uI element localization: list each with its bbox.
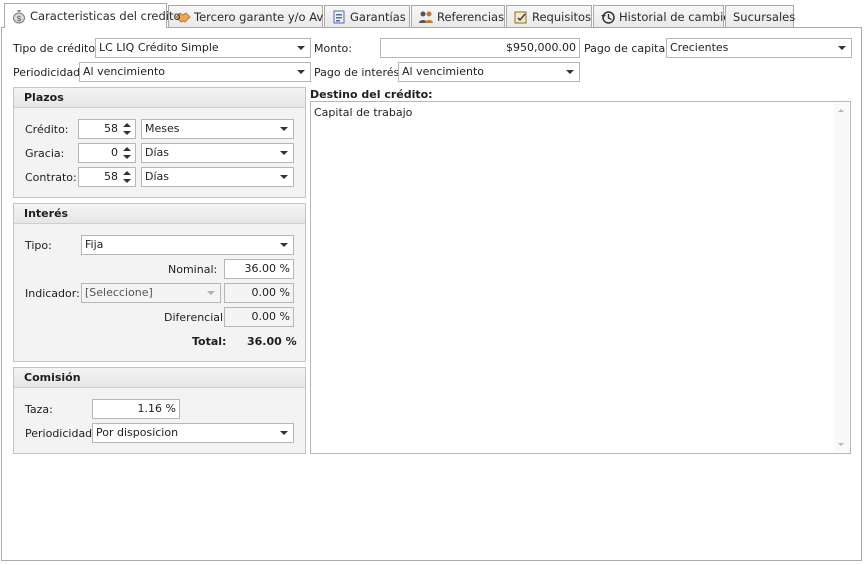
chevron-down-icon xyxy=(297,70,305,74)
spin-up-icon[interactable] xyxy=(123,147,131,151)
destino-value: Capital de trabajo xyxy=(314,106,413,119)
comision-periodicidad-select[interactable]: Por disposicion xyxy=(92,423,294,443)
plazo-gracia-value: 0 xyxy=(111,146,118,159)
pago-interes-select[interactable]: Al vencimiento xyxy=(398,62,580,82)
plazo-gracia-label: Gracia: xyxy=(25,147,65,160)
svg-text:$: $ xyxy=(16,14,21,23)
pago-interes-value: Al vencimiento xyxy=(402,65,484,78)
checklist-icon xyxy=(513,9,529,25)
spin-down-icon[interactable] xyxy=(123,179,131,183)
chevron-down-icon xyxy=(280,431,288,435)
tab-bar: $ Caracteristicas del credito Tercero ga… xyxy=(0,0,866,28)
comision-periodicidad-value: Por disposicion xyxy=(96,426,179,439)
interes-group: Interés Tipo: Fija Nominal: 36.00 % Indi… xyxy=(13,203,306,362)
plazo-contrato-unit-select[interactable]: Días xyxy=(141,167,294,187)
chevron-down-icon xyxy=(280,151,288,155)
plazo-credito-unit: Meses xyxy=(145,122,180,135)
plazo-contrato-label: Contrato: xyxy=(25,171,77,184)
tab-historial[interactable]: Historial de cambios xyxy=(593,5,736,27)
periodicidad-select[interactable]: Al vencimiento xyxy=(79,62,311,82)
tab-caracteristicas[interactable]: $ Caracteristicas del credito xyxy=(4,3,181,28)
tipo-credito-value: LC LIQ Crédito Simple xyxy=(99,41,219,54)
tab-label: Sucursales xyxy=(733,9,796,24)
pago-interes-label: Pago de interés: xyxy=(314,66,403,79)
tab-tercero-garante[interactable]: Tercero garante y/o Aval xyxy=(168,5,333,27)
interes-tipo-select[interactable]: Fija xyxy=(81,235,294,255)
indicador-select[interactable]: [Seleccione] xyxy=(81,283,221,303)
plazo-contrato-unit: Días xyxy=(145,170,169,183)
taza-input[interactable]: 1.16 % xyxy=(92,399,180,419)
plazo-gracia-unit: Días xyxy=(145,146,169,159)
plazo-gracia-unit-select[interactable]: Días xyxy=(141,143,294,163)
comision-group: Comisión Taza: 1.16 % Periodicidad: Por … xyxy=(13,367,306,454)
chevron-down-icon xyxy=(280,175,288,179)
chevron-down-icon xyxy=(838,46,846,50)
indicador-label: Indicador: xyxy=(25,287,80,300)
chevron-down-icon xyxy=(280,127,288,131)
tab-content-panel: Tipo de crédito: LC LIQ Crédito Simple M… xyxy=(1,27,862,561)
scroll-down-icon[interactable] xyxy=(838,443,844,446)
money-bag-icon: $ xyxy=(11,8,27,24)
diferencial-label: Diferencial: xyxy=(164,311,227,324)
interes-header: Interés xyxy=(14,204,305,224)
interes-tipo-value: Fija xyxy=(85,238,104,251)
monto-label: Monto: xyxy=(314,42,352,55)
pago-capital-select[interactable]: Crecientes xyxy=(666,38,852,58)
interes-tipo-label: Tipo: xyxy=(25,239,52,252)
plazos-header: Plazos xyxy=(14,88,305,108)
spin-up-icon[interactable] xyxy=(123,171,131,175)
indicador-pct-input: 0.00 % xyxy=(224,283,294,303)
nominal-input[interactable]: 36.00 % xyxy=(224,259,294,279)
chevron-down-icon xyxy=(566,70,574,74)
tab-sucursales[interactable]: Sucursales xyxy=(725,5,796,27)
plazo-gracia-spinner[interactable]: 0 xyxy=(78,143,136,163)
spin-down-icon[interactable] xyxy=(123,155,131,159)
tab-label: Caracteristicas del credito xyxy=(30,9,181,23)
chevron-down-icon xyxy=(280,243,288,247)
tipo-credito-label: Tipo de crédito: xyxy=(13,42,99,55)
tipo-credito-select[interactable]: LC LIQ Crédito Simple xyxy=(95,38,311,58)
plazo-credito-unit-select[interactable]: Meses xyxy=(141,119,294,139)
destino-label: Destino del crédito: xyxy=(310,88,433,101)
plazo-credito-label: Crédito: xyxy=(25,123,69,136)
pago-capital-label: Pago de capital: xyxy=(584,42,672,55)
tab-label: Requisitos xyxy=(532,9,592,24)
tab-referencias[interactable]: Referencias xyxy=(411,5,505,27)
total-value: 36.00 % xyxy=(247,335,297,348)
chevron-down-icon xyxy=(207,291,215,295)
vertical-scrollbar[interactable] xyxy=(834,103,849,452)
comision-periodicidad-label: Periodicidad: xyxy=(25,427,96,440)
tab-label: Tercero garante y/o Aval xyxy=(194,9,334,24)
plazo-contrato-value: 58 xyxy=(104,170,118,183)
guarantees-icon xyxy=(331,9,347,25)
spin-up-icon[interactable] xyxy=(123,123,131,127)
total-label: Total: xyxy=(192,335,227,348)
taza-label: Taza: xyxy=(25,403,53,416)
periodicidad-label: Periodicidad: xyxy=(13,66,84,79)
tab-garantias[interactable]: Garantías xyxy=(324,5,410,27)
history-icon xyxy=(600,9,616,25)
spin-down-icon[interactable] xyxy=(123,131,131,135)
plazos-group: Plazos Crédito: 58 Meses Gracia: 0 Días … xyxy=(13,87,306,198)
indicador-value: [Seleccione] xyxy=(85,286,153,299)
destino-textarea[interactable]: Capital de trabajo xyxy=(310,101,851,454)
plazo-contrato-spinner[interactable]: 58 xyxy=(78,167,136,187)
scroll-up-icon[interactable] xyxy=(838,109,844,112)
monto-input[interactable]: $950,000.00 xyxy=(380,38,580,58)
tab-label: Historial de cambios xyxy=(619,9,737,24)
periodicidad-value: Al vencimiento xyxy=(83,65,165,78)
diferencial-input: 0.00 % xyxy=(224,307,294,327)
people-icon xyxy=(418,9,434,25)
plazo-credito-spinner[interactable]: 58 xyxy=(78,119,136,139)
tab-requisitos[interactable]: Requisitos xyxy=(506,5,592,27)
chevron-down-icon xyxy=(297,46,305,50)
tab-label: Referencias xyxy=(437,9,505,24)
plazo-credito-value: 58 xyxy=(104,122,118,135)
pago-capital-value: Crecientes xyxy=(670,41,729,54)
comision-header: Comisión xyxy=(14,368,305,388)
nominal-label: Nominal: xyxy=(168,263,218,276)
tab-label: Garantías xyxy=(350,9,406,24)
